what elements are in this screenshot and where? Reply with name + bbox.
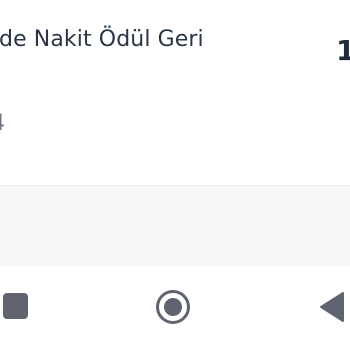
system-navigation-bar — [0, 266, 350, 350]
empty-content-area — [0, 186, 350, 266]
reward-title: de Nakit Ödül Geri — [0, 27, 204, 52]
reward-list-item[interactable]: de Nakit Ödül Geri 1 4 — [0, 0, 350, 186]
reward-amount: 1 — [336, 34, 350, 67]
home-button[interactable] — [153, 287, 193, 327]
circle-home-icon — [156, 290, 190, 324]
phone-screen: de Nakit Ödül Geri 1 4 — [0, 0, 350, 350]
reward-subtitle: 4 — [0, 111, 5, 136]
triangle-back-icon — [320, 292, 344, 322]
back-button[interactable] — [316, 290, 350, 324]
square-recent-apps-icon — [3, 293, 28, 319]
recent-apps-button[interactable] — [0, 290, 34, 324]
